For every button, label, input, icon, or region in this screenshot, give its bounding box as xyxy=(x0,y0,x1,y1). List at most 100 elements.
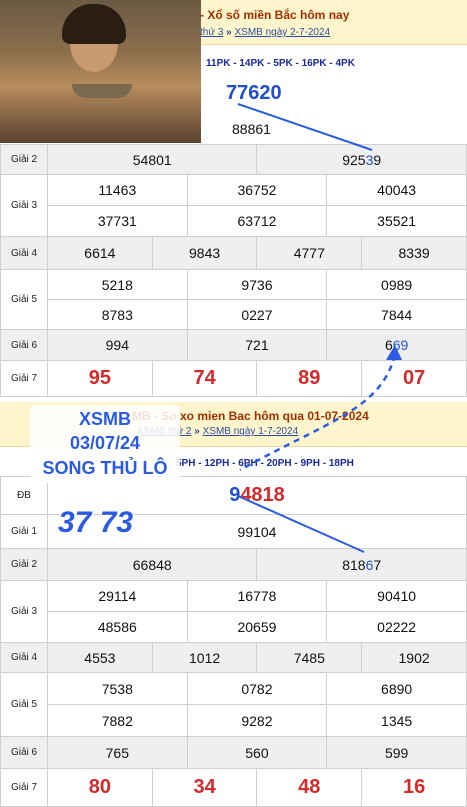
top-row-g5a: Giải 5 5218 9736 0989 xyxy=(0,269,467,330)
bottom-g3-3: 48586 xyxy=(47,611,188,643)
image-hair xyxy=(62,4,126,44)
top-g5-label: Giải 5 xyxy=(0,269,48,330)
bottom-g5-4: 9282 xyxy=(186,704,328,737)
bottom-special-head: 9 xyxy=(229,484,240,506)
top-g7-label: Giải 7 xyxy=(0,360,48,397)
top-g3-0: 11463 xyxy=(47,174,188,206)
top-g5-5: 7844 xyxy=(326,299,467,330)
overlay-line-date: 03/07/24 xyxy=(69,433,141,453)
bottom-g7-1: 34 xyxy=(151,768,258,807)
bottom-g5-0: 7538 xyxy=(47,672,188,705)
top-g2-b-tail: 9 xyxy=(373,151,382,168)
bottom-g2-b-tail: 7 xyxy=(373,556,382,573)
top-g3-4: 63712 xyxy=(186,205,328,237)
top-row-g4: Giải 4 6614 9843 4777 8339 xyxy=(0,236,467,270)
top-g2-b: 92539 xyxy=(256,144,467,175)
bottom-g7-label: Giải 7 xyxy=(0,768,48,807)
bottom-row-g3b: 48586 20659 02222 xyxy=(1,611,467,643)
top-g3-5: 35521 xyxy=(326,205,467,237)
bottom-g4-1: 1012 xyxy=(151,642,258,673)
top-banner-title: - Xổ số miền Bắc hôm nay xyxy=(200,8,350,22)
bottom-g6-0: 765 xyxy=(47,736,188,769)
bottom-g5-2: 6890 xyxy=(326,672,467,705)
top-g5-3: 8783 xyxy=(47,299,188,330)
top-crumb-sep: » xyxy=(226,27,232,38)
top-g6-2-head: 6 xyxy=(384,337,393,353)
top-g7-0: 95 xyxy=(47,360,153,397)
top-g6-1: 721 xyxy=(186,329,328,361)
bottom-g7-2: 48 xyxy=(256,768,363,807)
top-g3-1: 36752 xyxy=(186,174,328,206)
bottom-crumb-sep: » xyxy=(194,426,200,437)
bottom-g7-3: 16 xyxy=(361,768,467,807)
bottom-g2-b-head: 818 xyxy=(342,556,366,573)
bottom-g4-2: 7485 xyxy=(256,642,363,673)
top-results-table: Giải 2 54801 92539 Giải 3 11463 36752 40… xyxy=(0,144,467,397)
bottom-g5-3: 7882 xyxy=(47,704,188,737)
top-g4-0: 6614 xyxy=(47,236,153,270)
bottom-g5-1: 0782 xyxy=(186,672,328,705)
bottom-g4-0: 4553 xyxy=(47,642,153,673)
bottom-g2-label: Giải 2 xyxy=(0,548,48,581)
bottom-row-g3a: Giải 3 29114 16778 90410 xyxy=(0,580,467,643)
bottom-g3-1: 16778 xyxy=(186,580,328,612)
bottom-g6-2: 599 xyxy=(326,736,467,769)
bottom-row-g6: Giải 6 765 560 599 xyxy=(0,736,467,769)
top-g2-a: 54801 xyxy=(46,144,258,175)
bottom-row-g2: Giải 2 66848 81867 xyxy=(0,548,467,581)
top-prize-codes: 11PK - 14PK - 5PK - 16PK - 4PK xyxy=(206,58,355,69)
bottom-g3-0: 29114 xyxy=(47,580,188,612)
bottom-crumb-date-link[interactable]: XSMB ngày 1-7-2024 xyxy=(203,426,299,437)
top-row-g7: Giải 7 95 74 89 07 xyxy=(0,360,467,397)
top-g6-0: 994 xyxy=(47,329,188,361)
top-g6-label: Giải 6 xyxy=(0,329,48,361)
bottom-row-g4: Giải 4 4553 1012 7485 1902 xyxy=(0,642,467,673)
top-g2-label: Giải 2 xyxy=(0,144,48,175)
bottom-special-tail: 4818 xyxy=(240,484,285,506)
bottom-g5-label: Giải 5 xyxy=(0,672,48,737)
top-row-g3a: Giải 3 11463 36752 40043 xyxy=(0,174,467,237)
image-bowl xyxy=(72,84,132,98)
bottom-g3-2: 90410 xyxy=(326,580,467,612)
overlay-line-xsmb: XSMB xyxy=(78,409,131,429)
bottom-g6-label: Giải 6 xyxy=(0,736,48,769)
top-row-g5b: 8783 0227 7844 xyxy=(1,299,467,330)
top-crumb-weekday-link[interactable]: thứ 3 xyxy=(200,27,223,38)
bottom-g4-label: Giải 4 xyxy=(0,642,48,673)
bottom-row-g5a: Giải 5 7538 0782 6890 xyxy=(0,672,467,737)
top-special-prize: 77620 xyxy=(226,82,282,104)
top-g4-3: 8339 xyxy=(361,236,467,270)
bottom-g3-4: 20659 xyxy=(186,611,328,643)
bottom-g3-5: 02222 xyxy=(326,611,467,643)
bottom-g2-a: 66848 xyxy=(46,548,258,581)
top-row-g6: Giải 6 994 721 669 xyxy=(0,329,467,361)
top-g4-2: 4777 xyxy=(256,236,363,270)
bottom-special-highlight: 9 xyxy=(229,484,241,506)
top-g7-3: 07 xyxy=(361,360,467,397)
man-holding-bowl-image xyxy=(0,0,201,143)
top-crumb-date-link[interactable]: XSMB ngày 2-7-2024 xyxy=(235,27,331,38)
top-g3-label: Giải 3 xyxy=(0,174,48,237)
bottom-row-g5b: 7882 9282 1345 xyxy=(1,704,467,737)
top-g5-4: 0227 xyxy=(186,299,328,330)
top-breadcrumb: thứ 3 » XSMB ngày 2-7-2024 xyxy=(200,27,330,38)
top-g3-2: 40043 xyxy=(326,174,467,206)
top-g6-2: 669 xyxy=(326,329,467,361)
top-row-g2: Giải 2 54801 92539 xyxy=(0,144,467,175)
top-g6-2-highlight: 69 xyxy=(392,337,409,353)
top-g2-b-head: 925 xyxy=(342,151,366,168)
bottom-g2-b: 81867 xyxy=(256,548,467,581)
top-row-g3b: 37731 63712 35521 xyxy=(1,205,467,237)
top-g7-2: 89 xyxy=(256,360,363,397)
bottom-g5-5: 1345 xyxy=(326,704,467,737)
bottom-prize-codes: 5PH - 12PH - 6PH - 20PH - 9PH - 18PH xyxy=(176,458,354,469)
top-g7-1: 74 xyxy=(151,360,258,397)
top-g4-label: Giải 4 xyxy=(0,236,48,270)
top-g5-0: 5218 xyxy=(47,269,188,300)
bottom-g6-1: 560 xyxy=(186,736,328,769)
bottom-g4-3: 1902 xyxy=(361,642,467,673)
top-g5-2: 0989 xyxy=(326,269,467,300)
top-first-prize: 88861 xyxy=(232,121,271,137)
overlay-pair-numbers: 37 73 xyxy=(58,506,134,539)
bottom-row-g7: Giải 7 80 34 48 16 xyxy=(0,768,467,807)
